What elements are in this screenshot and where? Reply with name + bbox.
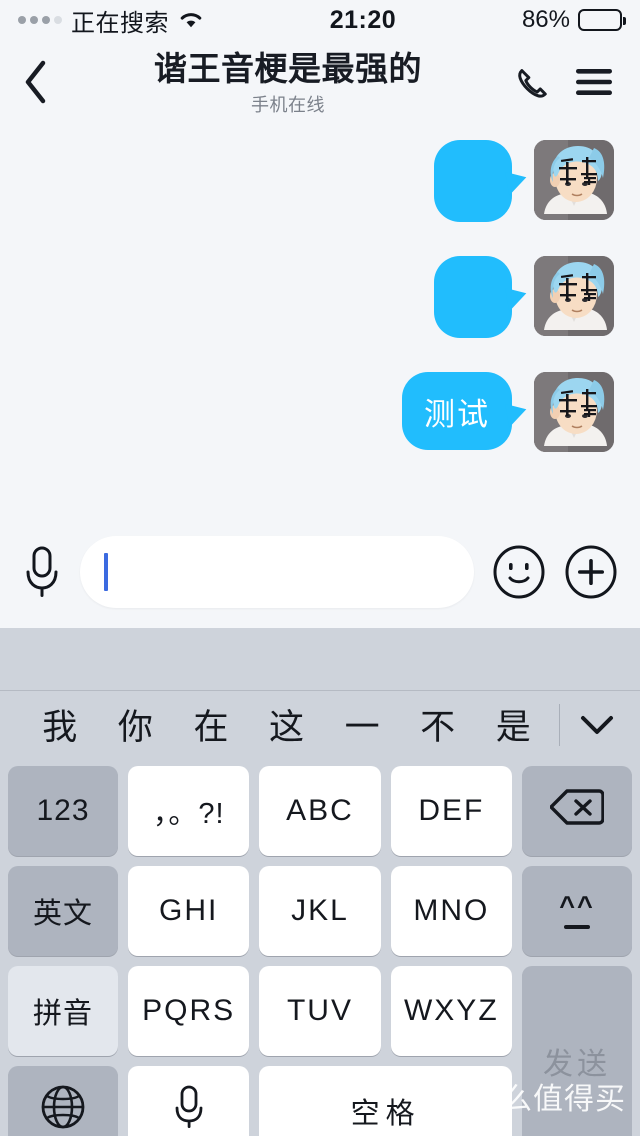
candidate-item[interactable]: 你 [98,699,174,750]
globe-icon [39,1083,87,1136]
key-123[interactable]: 123 [8,766,118,856]
key-pinyin[interactable]: 拼音 [8,966,118,1056]
battery-percent-label: 86% [521,6,570,33]
chevron-left-icon [22,59,48,110]
signal-strength-icon [18,16,62,24]
phone-icon[interactable] [512,64,548,105]
chevron-down-icon[interactable] [564,712,630,738]
bubble-tail [505,168,529,196]
microphone-icon[interactable] [22,544,62,600]
status-bar-right: 86% [521,6,626,34]
key-wxyz[interactable]: WXYZ [390,966,512,1056]
navigation-bar: 谐王音梗是最强的 手机在线 [0,40,640,128]
key-english[interactable]: 英文 [8,866,118,956]
text-cursor [104,553,108,591]
input-bar-actions [492,545,618,599]
avatar[interactable] [534,372,614,452]
back-button[interactable] [0,40,70,128]
candidate-item[interactable]: 我 [22,699,98,750]
status-bar: 正在搜索 21:20 86% [0,0,640,40]
wifi-icon [178,10,204,30]
carrier-label: 正在搜索 [71,9,169,37]
key-emoticon[interactable]: ^^ [522,866,632,956]
message-row: 测试 [26,372,614,452]
smiley-face-icon[interactable] [492,545,546,599]
key-send[interactable]: 发送 [522,966,632,1136]
keyboard: 我 你 在 这 一 不 是 123 ，。?! ABC DEF 英文 GHI JK… [0,628,640,1136]
candidate-item[interactable]: 是 [475,699,551,750]
key-ghi[interactable]: GHI [128,866,250,956]
bubble-tail [505,284,529,312]
bubble-tail [505,400,529,428]
candidate-item[interactable]: 这 [249,699,325,750]
message-bubble[interactable]: 测试 [402,372,529,450]
key-mno[interactable]: MNO [390,866,512,956]
candidate-item[interactable]: 一 [324,699,400,750]
message-text: 测试 [424,396,490,432]
online-status-label: 手机在线 [251,94,325,115]
key-punctuation[interactable]: ，。?! [128,766,250,856]
key-space[interactable]: 空格 [259,1066,512,1136]
message-row [26,140,614,222]
avatar[interactable] [534,256,614,336]
emoticon-icon: ^^ [559,893,595,929]
hamburger-menu-icon[interactable] [574,67,614,102]
candidate-item[interactable]: 不 [400,699,476,750]
avatar[interactable] [534,140,614,220]
message-bubble[interactable] [434,256,529,338]
clock: 21:20 [329,5,397,34]
candidate-bar: 我 你 在 这 一 不 是 [0,690,640,758]
candidate-item[interactable]: 在 [173,699,249,750]
message-text-field[interactable] [80,536,474,608]
key-backspace[interactable] [522,766,632,856]
key-tuv[interactable]: TUV [259,966,381,1056]
message-input-bar [0,516,640,628]
keyboard-keys: 123 ，。?! ABC DEF 英文 GHI JKL MNO ^^ 拼音 PQ… [0,758,640,1136]
key-voice-input[interactable] [128,1066,250,1136]
status-bar-left: 正在搜索 [18,3,204,38]
key-pqrs[interactable]: PQRS [128,966,250,1056]
key-jkl[interactable]: JKL [259,866,381,956]
keyboard-top-spacer [0,628,640,690]
battery-icon [578,9,626,31]
key-def[interactable]: DEF [390,766,512,856]
phone-screen: 正在搜索 21:20 86% 谐王音梗是最强的 手机在线 测试 我 你 在 这 … [0,0,640,1136]
message-row [26,256,614,338]
microphone-icon [172,1083,206,1136]
page-title: 谐王音梗是最强的 [154,50,422,88]
chat-title-block: 谐王音梗是最强的 手机在线 [64,50,512,117]
message-bubble[interactable] [434,140,529,222]
message-list[interactable]: 测试 [0,128,640,516]
backspace-icon [549,787,605,835]
key-globe[interactable] [8,1066,118,1136]
divider [559,703,561,746]
plus-circle-icon[interactable] [564,545,618,599]
nav-actions [512,64,640,105]
key-abc[interactable]: ABC [259,766,381,856]
emoticon-label: ^^ [559,891,595,921]
